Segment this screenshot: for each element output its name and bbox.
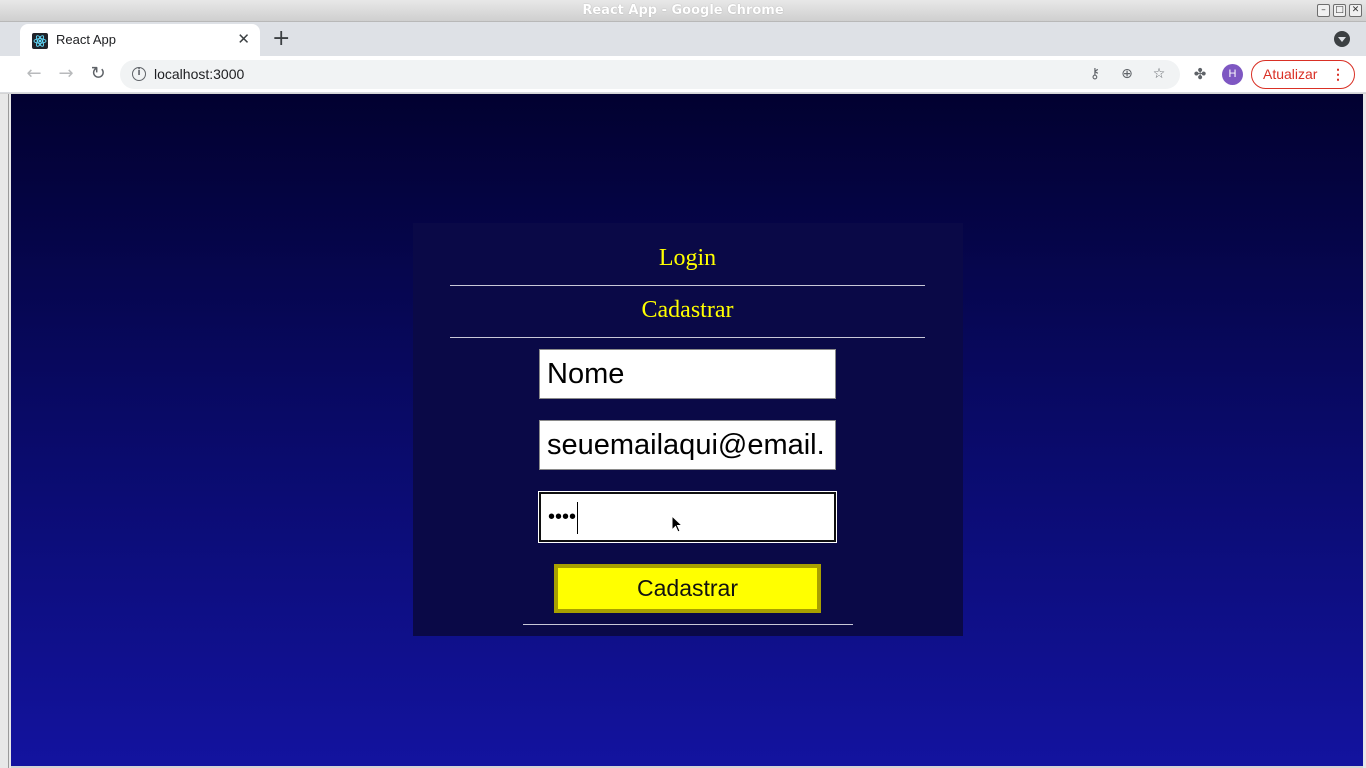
submit-button[interactable]: Cadastrar bbox=[554, 564, 821, 613]
page-viewport: Login Cadastrar Nome seuemailaqui@email.… bbox=[11, 94, 1363, 766]
email-field[interactable]: seuemailaqui@email. bbox=[539, 420, 836, 470]
address-bar[interactable]: i localhost:3000 ⚷ ⊕ ☆ bbox=[120, 60, 1180, 89]
signup-link[interactable]: Cadastrar bbox=[450, 297, 925, 324]
close-tab-icon[interactable]: ✕ bbox=[237, 31, 250, 47]
reload-icon[interactable]: ↻ bbox=[88, 64, 108, 84]
key-icon[interactable]: ⚷ bbox=[1086, 65, 1104, 83]
extensions-icon[interactable]: ✤ bbox=[1191, 65, 1209, 83]
tab-search-icon[interactable] bbox=[1334, 31, 1350, 47]
auth-card: Login Cadastrar Nome seuemailaqui@email.… bbox=[413, 223, 963, 636]
star-icon[interactable]: ☆ bbox=[1150, 65, 1168, 83]
back-arrow-icon[interactable]: ← bbox=[24, 64, 44, 84]
divider bbox=[523, 624, 853, 625]
password-field[interactable]: •••• bbox=[538, 491, 837, 543]
zoom-icon[interactable]: ⊕ bbox=[1118, 65, 1136, 83]
react-logo-icon bbox=[32, 33, 48, 49]
password-mask: •••• bbox=[548, 506, 577, 528]
text-caret bbox=[577, 501, 579, 534]
tab-title: React App bbox=[56, 32, 116, 47]
login-link[interactable]: Login bbox=[450, 245, 925, 272]
profile-avatar[interactable]: H bbox=[1222, 64, 1243, 85]
window-title: React App - Google Chrome bbox=[582, 3, 784, 18]
divider bbox=[450, 337, 925, 338]
update-button[interactable]: Atualizar ⋮ bbox=[1251, 60, 1355, 89]
menu-dots-icon[interactable]: ⋮ bbox=[1331, 61, 1345, 88]
minimize-icon[interactable]: – bbox=[1317, 4, 1330, 17]
os-titlebar: React App - Google Chrome – □ ✕ bbox=[0, 0, 1366, 22]
left-window-edge bbox=[0, 94, 11, 768]
url-text[interactable]: localhost:3000 bbox=[154, 66, 244, 82]
mouse-pointer-icon bbox=[671, 515, 683, 533]
tab-strip: React App ✕ + bbox=[0, 22, 1366, 56]
maximize-icon[interactable]: □ bbox=[1333, 4, 1346, 17]
close-window-icon[interactable]: ✕ bbox=[1349, 4, 1362, 17]
browser-toolbar: ← → ↻ i localhost:3000 ⚷ ⊕ ☆ ✤ H Atualiz… bbox=[0, 56, 1366, 93]
tab-react-app[interactable]: React App ✕ bbox=[20, 24, 260, 56]
info-icon[interactable]: i bbox=[132, 67, 146, 81]
name-field[interactable]: Nome bbox=[539, 349, 836, 399]
forward-arrow-icon[interactable]: → bbox=[56, 64, 76, 84]
window-controls: – □ ✕ bbox=[1317, 4, 1362, 17]
new-tab-button[interactable]: + bbox=[272, 28, 290, 50]
divider bbox=[450, 285, 925, 286]
update-label: Atualizar bbox=[1263, 66, 1318, 82]
